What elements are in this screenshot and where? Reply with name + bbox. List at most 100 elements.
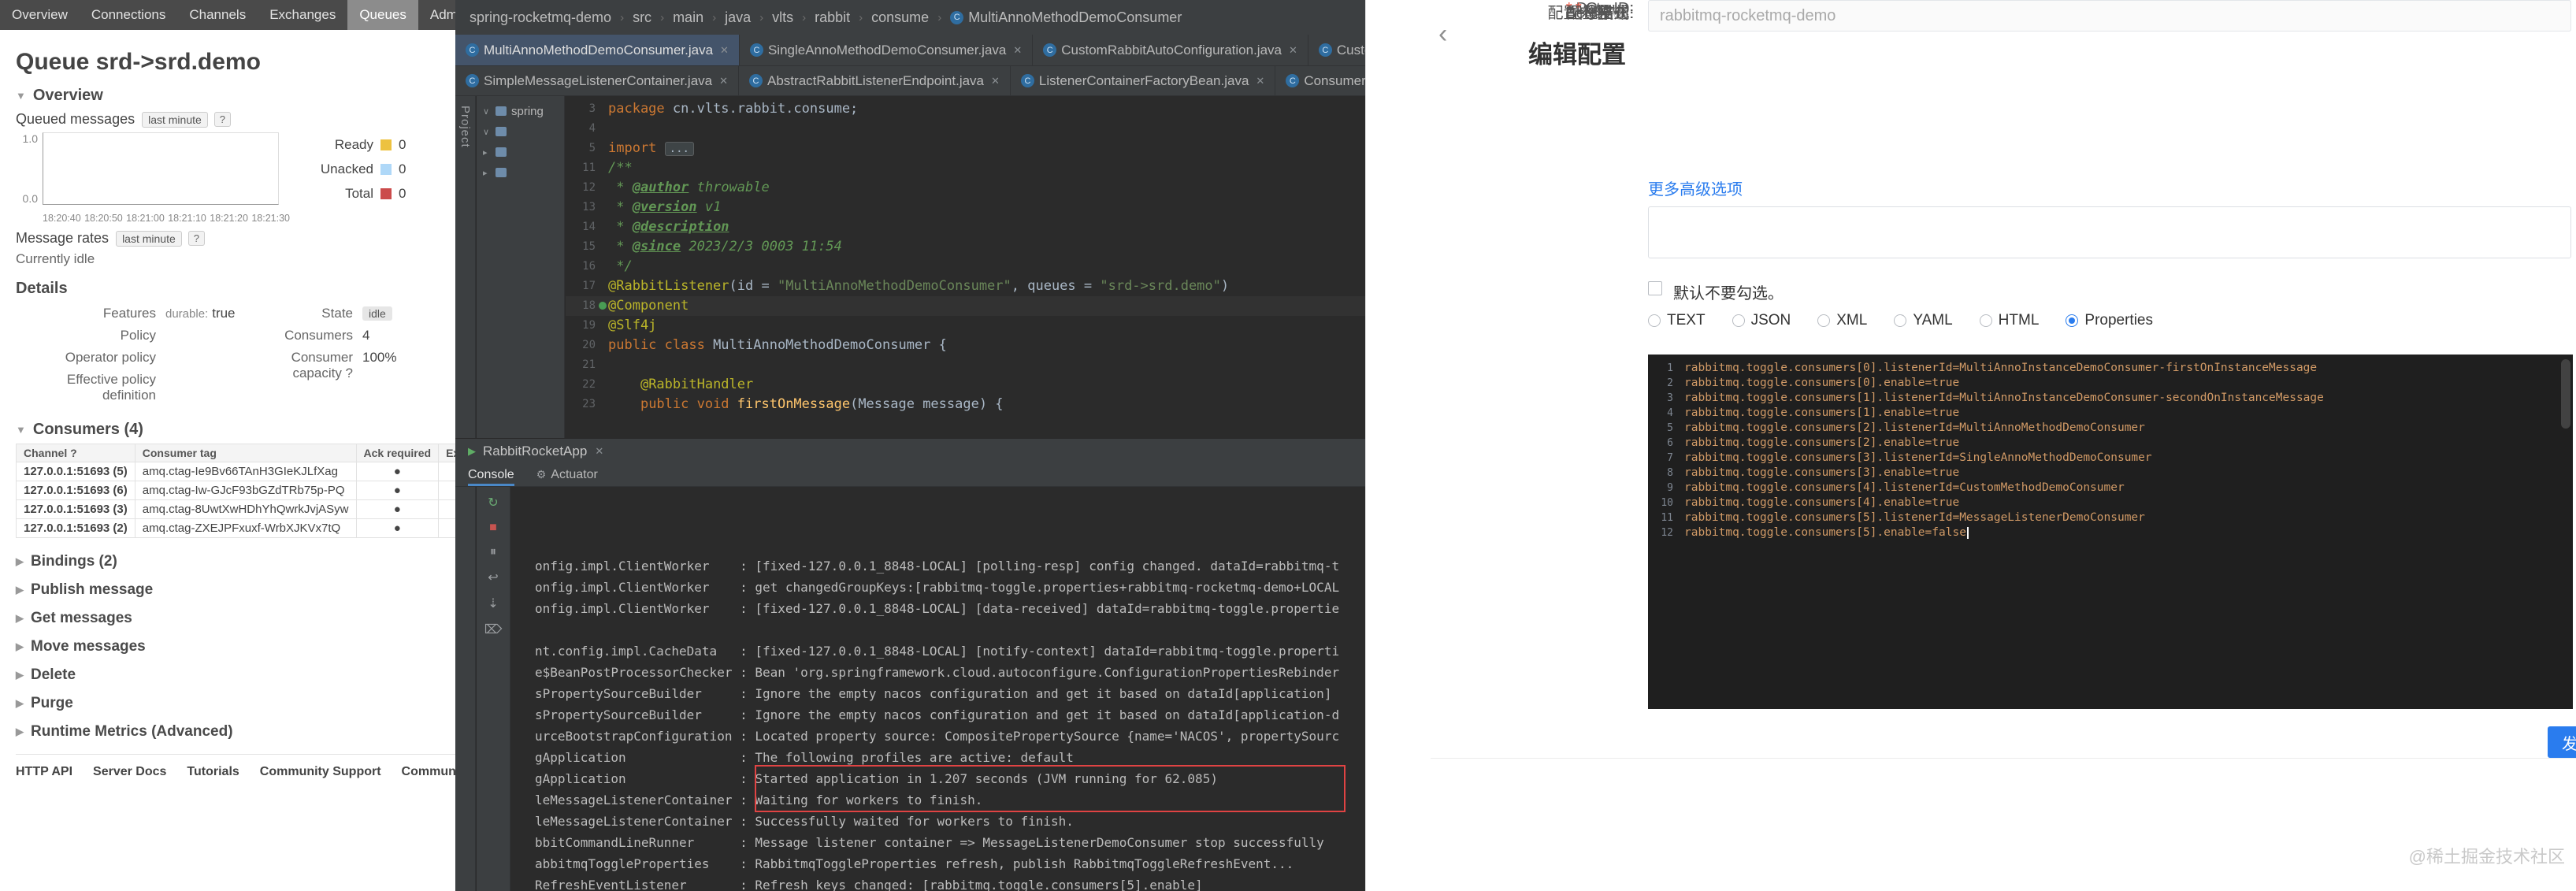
legend-swatch: [380, 164, 392, 175]
nav-tab-connections[interactable]: Connections: [80, 0, 178, 30]
editor-tab[interactable]: C AbstractRabbitListenerEndpoint.java ✕: [739, 66, 1011, 95]
last-minute-badge[interactable]: last minute: [116, 230, 182, 247]
nav-tab-queues[interactable]: Queues: [347, 0, 418, 30]
project-tool-button[interactable]: Project: [458, 106, 472, 148]
channel-link[interactable]: 127.0.0.1:51693 (2): [16, 518, 135, 538]
description-textarea[interactable]: [1648, 206, 2571, 258]
channel-link[interactable]: 127.0.0.1:51693 (5): [16, 462, 135, 481]
console-output[interactable]: onfig.impl.ClientWorker : [fixed-127.0.0…: [511, 487, 1365, 891]
close-icon[interactable]: ✕: [595, 445, 603, 458]
editor-tab[interactable]: C MultiAnnoMethodDemoConsumer.java ✕: [455, 35, 740, 65]
section-consumers-header[interactable]: ▼ Consumers (4): [16, 421, 455, 439]
section-bindings-2-[interactable]: ▶ Bindings (2): [16, 548, 455, 576]
close-icon[interactable]: ✕: [1256, 75, 1264, 87]
line-number: 6: [1667, 437, 1673, 449]
footer-link-http-api[interactable]: HTTP API: [16, 765, 72, 779]
section-overview-header[interactable]: ▼ Overview: [16, 87, 455, 105]
clear-all-icon[interactable]: ⌦: [484, 622, 503, 637]
help-icon[interactable]: ?: [187, 231, 205, 246]
breadcrumb-item[interactable]: consume: [871, 9, 929, 26]
config-line: 10 rabbitmq.toggle.consumers[4].enable=tr…: [1648, 496, 2573, 510]
channel-link[interactable]: 127.0.0.1:51693 (6): [16, 481, 135, 500]
nav-tab-admin[interactable]: Admin: [418, 0, 455, 30]
section-publish-message[interactable]: ▶ Publish message: [16, 576, 455, 604]
section-move-messages[interactable]: ▶ Move messages: [16, 633, 455, 661]
code-editor[interactable]: 3 package cn.vlts.rabbit.consume; 4 5 import…: [566, 96, 1365, 438]
consumer-tag-cell: amq.ctag-Ie9Bv66TAnH3GIeKJLfXag: [134, 462, 357, 481]
section-purge[interactable]: ▶ Purge: [16, 689, 455, 718]
nav-tab-channels[interactable]: Channels: [177, 0, 258, 30]
channel-link[interactable]: 127.0.0.1:51693 (3): [16, 499, 135, 519]
editor-tab[interactable]: C SimpleMessageListenerContainer.java ✕: [455, 66, 740, 95]
format-radio-text[interactable]: TEXT: [1648, 312, 1706, 329]
chevron-icon: ▸: [483, 168, 488, 178]
breadcrumb-item[interactable]: rabbit: [815, 9, 850, 26]
more-options-link[interactable]: 更多高级选项: [1648, 176, 1743, 199]
project-tree-row[interactable]: ▸: [477, 142, 564, 162]
project-tree-row[interactable]: ∨ spring: [477, 101, 564, 121]
pause-output-icon[interactable]: ⏸: [490, 545, 496, 559]
format-radio-properties[interactable]: Properties: [2066, 312, 2153, 329]
editor-tab[interactable]: C CustomRabbitAutoConfiguration.java ✕: [1033, 35, 1308, 65]
config-line: 5 rabbitmq.toggle.consumers[2].listenerId…: [1648, 421, 2573, 436]
stop-icon[interactable]: ■: [489, 521, 497, 535]
run-tab-console[interactable]: Console: [468, 463, 514, 486]
project-tree-row[interactable]: ▸: [477, 162, 564, 183]
footer-link-community-support[interactable]: Community Support: [260, 765, 381, 779]
footer-link-tutorials[interactable]: Tutorials: [187, 765, 239, 779]
footer-link-community-slack[interactable]: Community Slack: [402, 765, 455, 779]
x-tick: 18:21:20: [210, 213, 248, 224]
breadcrumb-item[interactable]: vlts: [772, 9, 793, 26]
breadcrumb-item[interactable]: src: [633, 9, 651, 26]
publish-button[interactable]: 发布: [2548, 726, 2576, 758]
close-icon[interactable]: ✕: [1013, 44, 1022, 57]
breadcrumb-item[interactable]: spring-rocketmq-demo: [470, 9, 611, 26]
editor-tab[interactable]: CConsumerTagStrategy.java✕: [1275, 66, 1365, 95]
format-radio-json[interactable]: JSON: [1732, 312, 1791, 329]
run-tab-actuator[interactable]: ⚙ Actuator: [536, 463, 598, 486]
log-line: gApplication : The following profiles ar…: [535, 750, 1074, 765]
format-radio-yaml[interactable]: YAML: [1894, 312, 1953, 329]
close-icon[interactable]: ✕: [719, 75, 728, 87]
project-tree-row[interactable]: ∨: [477, 121, 564, 142]
editor-tab[interactable]: C ListenerContainerFactoryBean.java ✕: [1011, 66, 1276, 95]
run-app-tab[interactable]: RabbitRocketApp: [483, 444, 587, 459]
status-badge: idle: [362, 306, 392, 321]
section-get-messages[interactable]: ▶ Get messages: [16, 604, 455, 633]
section-delete[interactable]: ▶ Delete: [16, 661, 455, 689]
back-chevron-icon[interactable]: ‹: [1438, 19, 1447, 50]
beta-checkbox[interactable]: [1648, 281, 1662, 295]
line-number: 8: [1667, 467, 1673, 479]
close-icon[interactable]: ✕: [720, 44, 729, 57]
folded-imports[interactable]: ...: [664, 142, 694, 156]
config-content-editor[interactable]: 1 rabbitmq.toggle.consumers[0].listenerId…: [1648, 355, 2573, 709]
section-runtime-metrics-advanced-[interactable]: ▶ Runtime Metrics (Advanced): [16, 718, 455, 746]
line-number: 3: [1667, 392, 1673, 404]
code-text: * @author throwable: [608, 180, 770, 195]
info-icon[interactable]: ⓘ: [1613, 6, 1627, 21]
breadcrumb-item[interactable]: main: [673, 9, 703, 26]
editor-tab[interactable]: CCustomRabbitCommandLineRunner.java✕: [1308, 35, 1365, 65]
rerun-icon[interactable]: ↻: [488, 495, 498, 510]
editor-scrollbar[interactable]: [2561, 359, 2570, 429]
close-icon[interactable]: ✕: [1289, 44, 1297, 57]
soft-wrap-icon[interactable]: ↩: [488, 570, 498, 585]
config-text: rabbitmq.toggle.consumers[5].enable=fals…: [1684, 525, 1969, 540]
editor-tab[interactable]: C SingleAnnoMethodDemoConsumer.java ✕: [740, 35, 1034, 65]
watermark: @稀土掘金技术社区: [2408, 847, 2565, 867]
help-icon[interactable]: ?: [213, 112, 232, 127]
format-radio-xml[interactable]: XML: [1817, 312, 1867, 329]
chart-y-axis: 1.0 0.0: [16, 132, 43, 205]
scroll-to-end-icon[interactable]: ⇣: [488, 596, 498, 611]
breadcrumb-item[interactable]: C MultiAnnoMethodDemoConsumer: [950, 9, 1182, 26]
footer-link-server-docs[interactable]: Server Docs: [93, 765, 166, 779]
nav-tab-overview[interactable]: Overview: [0, 0, 80, 30]
breadcrumb-item[interactable]: java: [725, 9, 751, 26]
line-number: 1: [1667, 362, 1673, 374]
nav-tab-exchanges[interactable]: Exchanges: [258, 0, 347, 30]
close-icon[interactable]: ✕: [991, 75, 1000, 87]
breadcrumb-separator: ›: [712, 10, 717, 24]
last-minute-badge[interactable]: last minute: [142, 111, 208, 128]
group-field[interactable]: rabbitmq-rocketmq-demo: [1648, 0, 2571, 32]
format-radio-html[interactable]: HTML: [1979, 312, 2039, 329]
